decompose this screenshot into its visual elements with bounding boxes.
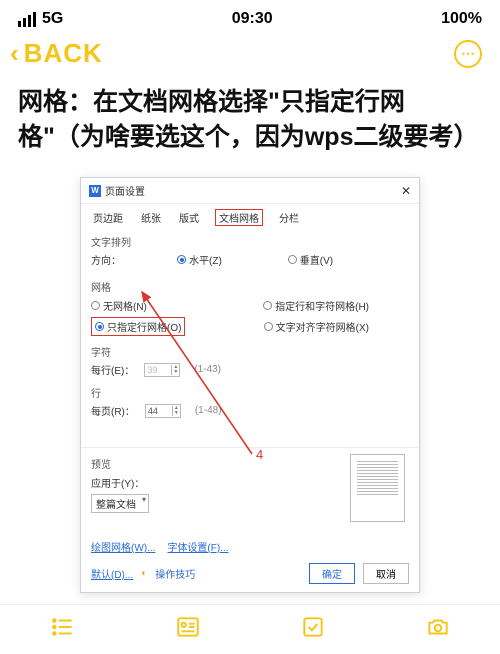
back-label: BACK	[24, 38, 103, 69]
radio-no-grid-label: 无网格(N)	[103, 298, 147, 313]
nav-card-icon[interactable]	[175, 614, 201, 646]
status-bar: 5G 09:30 100%	[0, 0, 500, 32]
ellipsis-icon: ⋯	[461, 45, 475, 62]
tab-columns[interactable]: 分栏	[277, 209, 301, 226]
apply-to-label: 应用于(Y)：	[91, 475, 144, 490]
page-setup-dialog: W 页面设置 ✕ 页边距 纸张 版式 文档网格 分栏 文字排列 方向： 水平(Z…	[80, 177, 420, 593]
radio-vertical-label: 垂直(V)	[300, 252, 333, 267]
nav-camera-icon[interactable]	[425, 614, 451, 646]
network-label: 5G	[42, 10, 63, 28]
chars-per-line-input: ▲▼	[144, 363, 180, 377]
tab-document-grid[interactable]: 文档网格	[215, 209, 263, 226]
radio-horizontal[interactable]: 水平(Z)	[177, 252, 222, 267]
lines-per-page-label: 每页(R)：	[91, 403, 135, 418]
header: ‹ BACK ⋯	[0, 32, 500, 79]
nav-list-icon[interactable]	[50, 614, 76, 646]
radio-no-grid[interactable]: 无网格(N)	[91, 298, 147, 313]
chars-range: (1-43)	[194, 364, 221, 375]
word-icon: W	[89, 185, 101, 197]
chevron-left-icon: ‹	[10, 38, 20, 69]
tab-paper[interactable]: 纸张	[139, 209, 163, 226]
clock: 09:30	[232, 10, 273, 28]
nav-check-icon[interactable]	[300, 614, 326, 646]
lines-label: 行	[91, 385, 409, 400]
radio-line-grid-label: 只指定行网格(O)	[107, 319, 181, 334]
preview-label: 预览	[91, 456, 350, 471]
cancel-button[interactable]: 取消	[363, 563, 409, 584]
annotation-number: 4	[256, 447, 263, 462]
dialog-footer: 默认(D)... ◐ 操作技巧 确定 取消	[81, 557, 419, 592]
radio-char-align-grid[interactable]: 文字对齐字符网格(X)	[264, 317, 369, 336]
bottom-nav	[0, 604, 500, 654]
default-button[interactable]: 默认(D)...	[91, 566, 133, 581]
dialog-titlebar: W 页面设置 ✕	[81, 178, 419, 204]
lines-range: (1-48)	[195, 405, 222, 416]
dialog-title: 页面设置	[105, 183, 145, 198]
dialog-tabs: 页边距 纸张 版式 文档网格 分栏	[81, 204, 419, 229]
radio-char-align-grid-label: 文字对齐字符网格(X)	[276, 319, 369, 334]
radio-horizontal-label: 水平(Z)	[189, 252, 222, 267]
chars-per-line-label: 每行(E)：	[91, 362, 134, 377]
radio-line-char-grid[interactable]: 指定行和字符网格(H)	[263, 298, 369, 313]
back-button[interactable]: ‹ BACK	[10, 38, 103, 69]
chars-label: 字符	[91, 344, 409, 359]
apply-to-select[interactable]: 整篇文档	[91, 494, 149, 513]
font-settings-link[interactable]: 字体设置(F)...	[167, 539, 228, 554]
direction-field-label: 方向：	[91, 252, 121, 267]
radio-vertical[interactable]: 垂直(V)	[288, 252, 333, 267]
battery-label: 100%	[441, 10, 482, 28]
highlight-line-grid: 只指定行网格(O)	[91, 317, 185, 336]
more-button[interactable]: ⋯	[454, 40, 482, 68]
page-title: 网格：在文档网格选择"只指定行网格"（为啥要选这个，因为wps二级要考）	[0, 79, 500, 167]
radio-line-char-grid-label: 指定行和字符网格(H)	[275, 298, 369, 313]
ok-button[interactable]: 确定	[309, 563, 355, 584]
tips-link[interactable]: 操作技巧	[155, 566, 195, 581]
tab-layout[interactable]: 版式	[177, 209, 201, 226]
close-icon[interactable]: ✕	[401, 184, 411, 198]
tab-margins[interactable]: 页边距	[91, 209, 125, 226]
text-direction-label: 文字排列	[91, 234, 409, 249]
signal-icon	[18, 12, 36, 27]
grid-label: 网格	[91, 279, 409, 294]
preview-page-icon	[350, 454, 405, 522]
drawing-grid-link[interactable]: 绘图网格(W)...	[91, 539, 155, 554]
status-left: 5G	[18, 10, 63, 28]
dialog-screenshot: W 页面设置 ✕ 页边距 纸张 版式 文档网格 分栏 文字排列 方向： 水平(Z…	[80, 177, 420, 593]
lightbulb-icon: ◐	[141, 568, 147, 579]
lines-per-page-input[interactable]: ▲▼	[145, 404, 181, 418]
radio-line-grid[interactable]: 只指定行网格(O)	[95, 319, 181, 334]
